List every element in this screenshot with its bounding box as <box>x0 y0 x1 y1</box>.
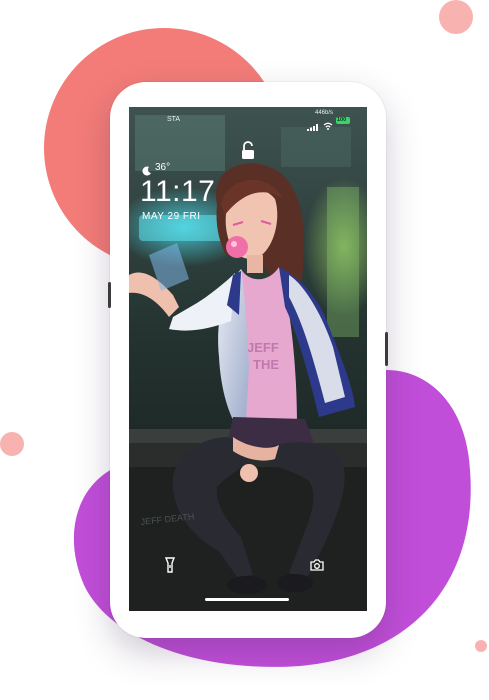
battery-level: 100 <box>337 117 347 123</box>
unlock-icon[interactable] <box>240 141 256 161</box>
shirt-text-2: THE <box>253 357 279 372</box>
lock-screen[interactable]: JEFF THE JEFF DEATH STA 446b/s 100 36° 1… <box>129 107 367 611</box>
side-button <box>385 332 388 366</box>
lock-date: MAY 29 FRI <box>142 211 201 222</box>
moon-icon <box>142 163 152 176</box>
wifi-icon <box>323 117 333 130</box>
weather-temp: 36° <box>155 162 171 173</box>
decorative-dot-bottom <box>475 640 487 652</box>
lock-time: 11:17 <box>140 175 216 208</box>
volume-button <box>108 282 111 308</box>
carrier-label: STA <box>167 116 181 123</box>
signal-icon <box>307 118 319 131</box>
decorative-dot-top <box>439 0 473 34</box>
shirt-text-1: JEFF <box>247 340 279 355</box>
home-indicator[interactable] <box>205 598 289 601</box>
decorative-dot-left <box>0 432 24 456</box>
battery-indicator: 100 <box>336 117 350 124</box>
phone-mockup: JEFF THE JEFF DEATH STA 446b/s 100 36° 1… <box>108 82 388 638</box>
camera-icon[interactable] <box>310 558 324 571</box>
flashlight-icon[interactable] <box>164 557 176 573</box>
network-speed: 446b/s <box>315 110 334 116</box>
